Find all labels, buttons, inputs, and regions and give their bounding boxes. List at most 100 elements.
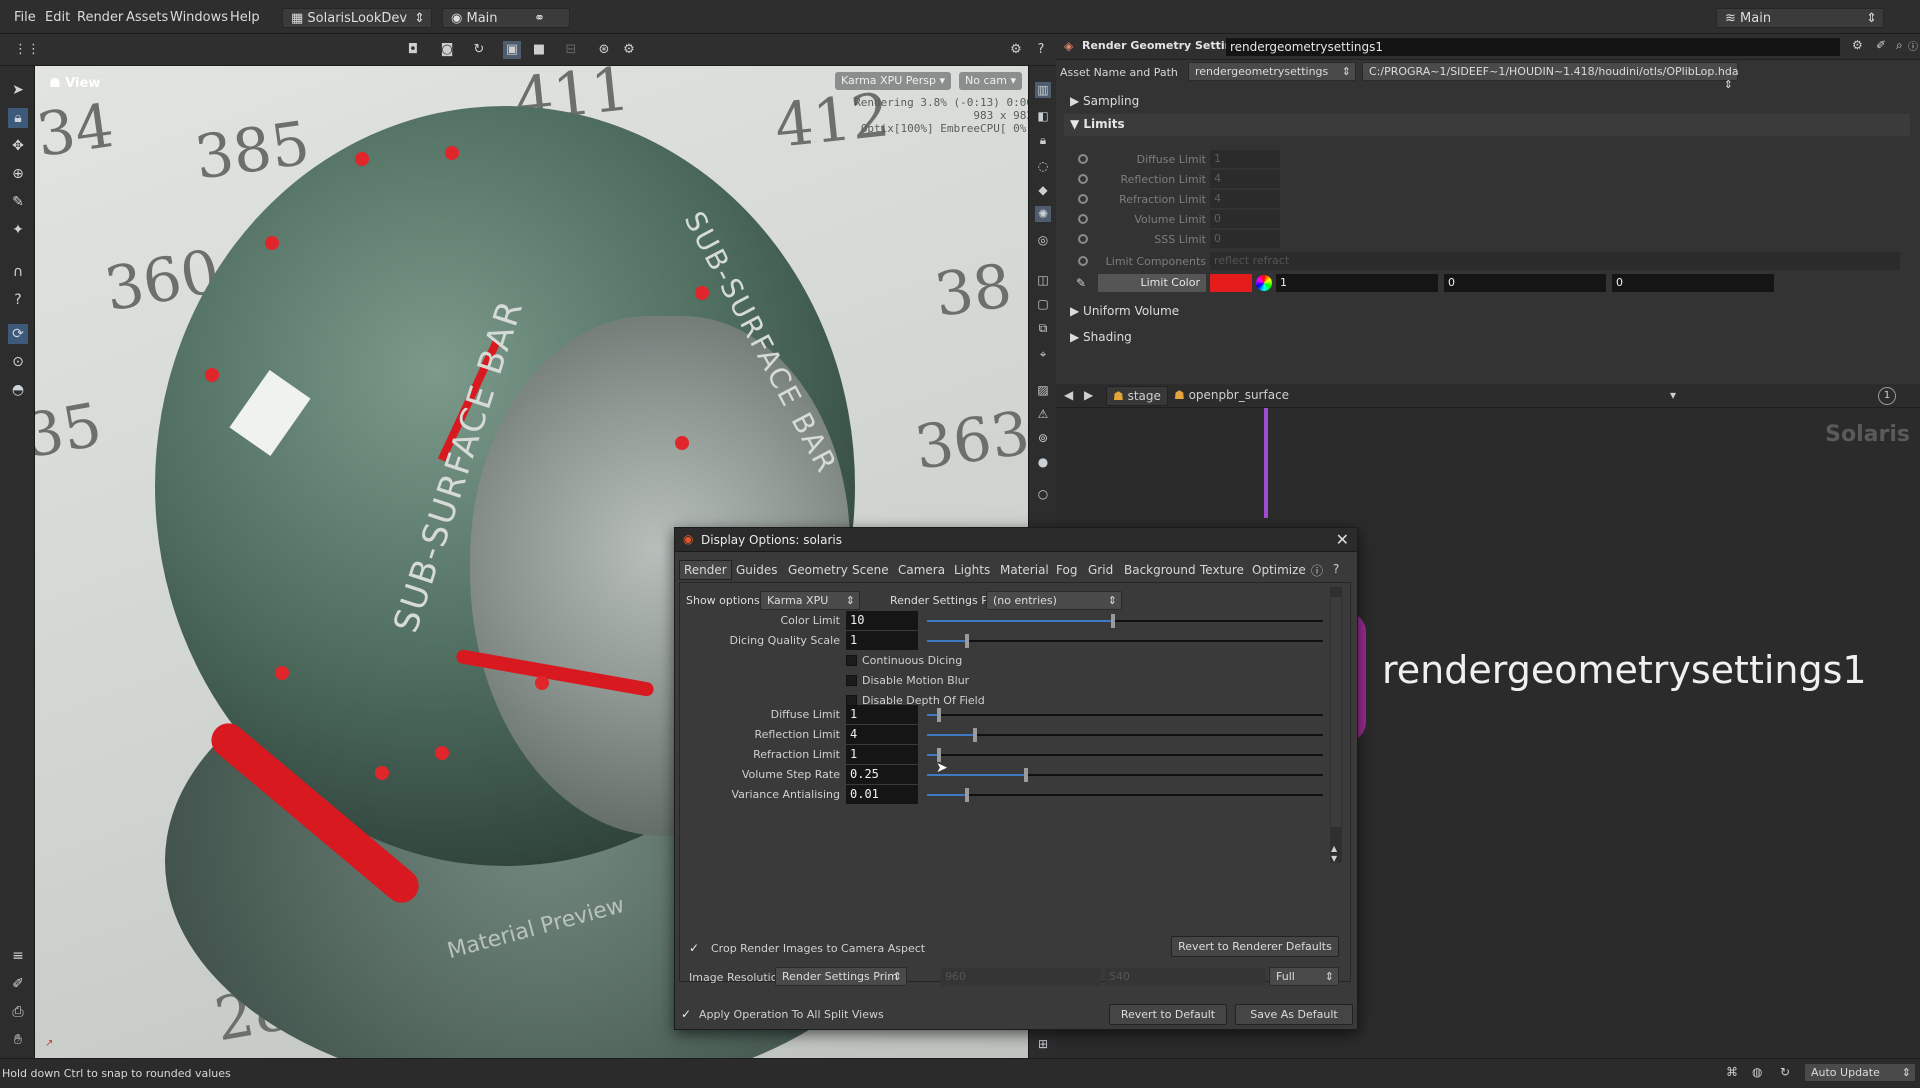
tab-scene[interactable]: Scene (847, 560, 894, 580)
menu-assets[interactable]: Assets (126, 10, 168, 25)
color-wheel-icon[interactable] (1256, 275, 1272, 291)
reload-icon[interactable]: ↻ (470, 41, 488, 59)
info-icon[interactable]: ⓘ (1311, 562, 1323, 579)
grid-icon[interactable]: ⋮⋮ (14, 41, 40, 59)
scroll-down-icon[interactable]: ▼ (1331, 854, 1337, 863)
limit-color-g[interactable]: 0 (1444, 274, 1606, 292)
section-sampling[interactable]: ▶ Sampling (1070, 94, 1139, 108)
help-icon[interactable]: ? (1032, 41, 1050, 59)
camera-menu[interactable]: Karma XPU Persp ▾ (835, 72, 952, 90)
desktop-selector[interactable]: ▦ SolarisLookDev ⇕ (282, 8, 432, 28)
tab-fog[interactable]: Fog (1051, 560, 1082, 580)
layers-icon[interactable]: ⧉ (1035, 320, 1051, 336)
limit-color-swatch[interactable] (1210, 274, 1252, 292)
gear-icon[interactable]: ⚙ (1852, 38, 1863, 52)
menu-edit[interactable]: Edit (45, 10, 70, 25)
tab-geometry[interactable]: Geometry (783, 560, 853, 580)
ghost-icon[interactable]: ◌ (1035, 158, 1051, 174)
diffuse-limit-slider[interactable] (927, 714, 1323, 716)
close-icon[interactable]: ✕ (1336, 530, 1349, 549)
edit-icon[interactable]: ✎ (8, 192, 28, 212)
pan-icon[interactable]: ⊙ (8, 352, 28, 372)
menu-render[interactable]: Render (77, 10, 123, 25)
warning-icon[interactable]: ⚠ (1035, 406, 1051, 422)
chat-icon[interactable]: ◍ (1752, 1065, 1762, 1079)
image-icon[interactable]: ▨ (1035, 382, 1051, 398)
tab-grid[interactable]: Grid (1083, 560, 1118, 580)
check-icon[interactable]: ✓ (689, 941, 699, 955)
limit-color-r[interactable]: 1 (1276, 274, 1438, 292)
menu-windows[interactable]: Windows (170, 10, 228, 25)
limit-components-field[interactable]: reflect refract (1210, 252, 1900, 270)
refraction-limit-field[interactable]: 4 (1210, 190, 1280, 208)
slider-handle[interactable] (964, 634, 969, 648)
node-name-field[interactable]: rendergeometrysettings1 (1226, 38, 1840, 56)
page-number[interactable]: 1 (1878, 387, 1896, 405)
dicing-quality-field[interactable]: 1 (846, 631, 918, 650)
scroll-up-icon[interactable]: ▲ (1331, 844, 1337, 853)
render-settings-combo[interactable]: (no entries) ⇕ (986, 591, 1122, 610)
disable-dof-checkbox[interactable] (846, 695, 857, 706)
auto-update-combo[interactable]: Auto Update ⇕ (1804, 1063, 1916, 1082)
limit-color-b[interactable]: 0 (1612, 274, 1774, 292)
node-icon[interactable]: ◆ (1035, 182, 1051, 198)
question-icon[interactable]: ? (8, 290, 28, 310)
printer-icon[interactable]: ⎙ (8, 1002, 28, 1022)
tab-texture[interactable]: Texture (1195, 560, 1249, 580)
path-stage[interactable]: ☗ stage (1106, 386, 1168, 406)
light-icon[interactable]: ✦ (8, 220, 28, 240)
menu-file[interactable]: File (14, 10, 36, 25)
color-limit-slider[interactable] (927, 620, 1323, 622)
camera-small-icon[interactable]: ◫ (1035, 272, 1051, 288)
help-icon[interactable]: ? (1333, 562, 1339, 576)
tab-camera[interactable]: Camera (893, 560, 950, 580)
display-icon[interactable]: ▣ (503, 41, 521, 59)
menu-help[interactable]: Help (230, 10, 260, 25)
camera-lock-icon[interactable]: ◙ (438, 41, 456, 59)
brush-icon[interactable]: ✐ (8, 974, 28, 994)
show-options-combo[interactable]: Karma XPU ⇕ (760, 591, 860, 610)
orbit-icon[interactable]: ⟳ (8, 324, 28, 344)
shading-icon[interactable]: ◧ (1035, 108, 1051, 124)
check-icon[interactable]: ✓ (681, 1007, 691, 1021)
res-width-field[interactable]: 960 (941, 968, 1101, 986)
refresh-icon[interactable]: ↻ (1780, 1065, 1790, 1079)
stop-icon[interactable]: ■ (530, 41, 548, 59)
continuous-dicing-checkbox[interactable] (846, 655, 857, 666)
save-as-default-button[interactable]: Save As Default (1235, 1004, 1353, 1025)
res-height-field[interactable]: 540 (1105, 968, 1265, 986)
asset-path-combo[interactable]: C:/PROGRA~1/SIDEEF~1/HOUDIN~1.418/houdin… (1362, 62, 1739, 91)
pose-icon[interactable]: ⊕ (8, 164, 28, 184)
pin-icon[interactable]: ⌖ (1035, 346, 1051, 362)
transform-icon[interactable]: ✥ (8, 136, 28, 156)
frame-icon[interactable]: ▢ (1035, 296, 1051, 312)
dropdown-icon[interactable]: ▾ (1670, 388, 1676, 402)
scrollbar[interactable]: ▲ ▼ (1330, 587, 1342, 863)
slider-handle[interactable] (1024, 768, 1028, 782)
slider-handle[interactable] (1111, 614, 1116, 628)
select-arrow-icon[interactable]: ➤ (8, 80, 28, 100)
diffuse-limit-field[interactable]: 1 (1210, 150, 1280, 168)
sss-limit-field[interactable]: 0 (1210, 230, 1280, 248)
lock-icon[interactable]: 🔒︎ (8, 108, 28, 128)
gear-icon[interactable]: ⚙ (1007, 41, 1025, 59)
hand-icon[interactable]: ✋︎ (8, 1030, 28, 1050)
forward-arrow-icon[interactable]: ▶ (1084, 388, 1093, 402)
camera-icon[interactable]: ◘ (404, 41, 422, 59)
disable-motion-blur-checkbox[interactable] (846, 675, 857, 686)
sphere-icon[interactable]: ● (1035, 454, 1051, 470)
refraction-limit-field[interactable]: 1 (846, 745, 918, 764)
no-cam-menu[interactable]: No cam ▾ (959, 72, 1022, 90)
volume-limit-field[interactable]: 0 (1210, 210, 1280, 228)
target-icon[interactable]: ⊚ (1035, 430, 1051, 446)
slider-handle[interactable] (964, 788, 969, 802)
camera-tool-icon[interactable]: ◓ (8, 380, 28, 400)
lock-icon[interactable]: 🔒︎ (1035, 132, 1051, 148)
pencil-icon[interactable]: ✎ (1076, 276, 1086, 290)
image-res-combo[interactable]: Render Settings Prim ⇕ (775, 967, 907, 986)
reflection-limit-slider[interactable] (927, 734, 1323, 736)
reflection-limit-field[interactable]: 4 (846, 725, 918, 744)
tab-background[interactable]: Background (1119, 560, 1201, 580)
dicing-quality-slider[interactable] (927, 640, 1323, 642)
network-icon[interactable]: ⌘ (1726, 1065, 1738, 1079)
